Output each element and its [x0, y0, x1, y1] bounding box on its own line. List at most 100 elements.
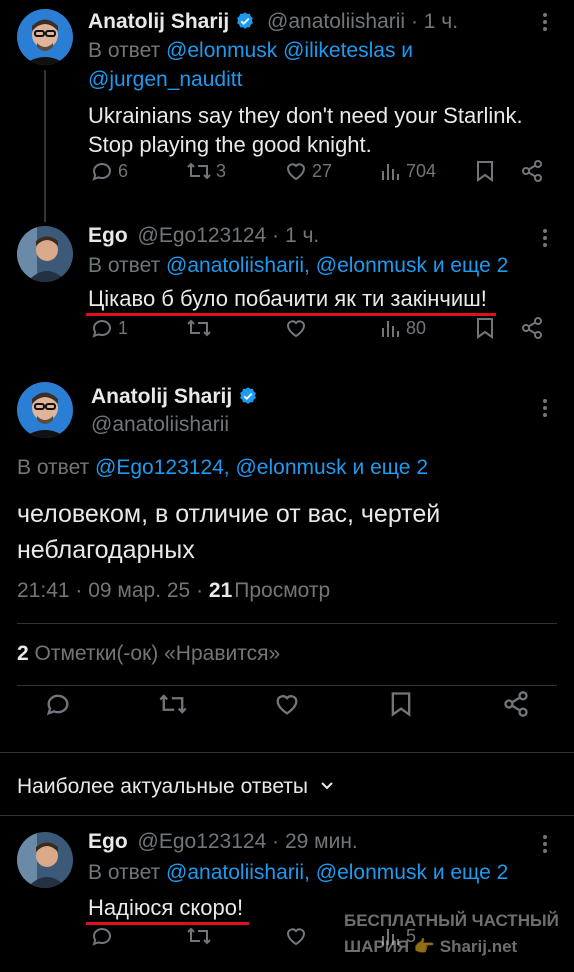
views-count: 80	[406, 317, 427, 338]
author-handle[interactable]: @anatoliisharii	[91, 413, 229, 437]
more-mentions-link[interactable]: и еще 2	[353, 456, 428, 479]
reply-button[interactable]: 6	[90, 159, 128, 183]
heart-icon	[286, 320, 306, 338]
share-icon	[522, 160, 542, 182]
mention-link[interactable]: @elonmusk	[166, 39, 277, 62]
reply-icon	[92, 928, 111, 946]
heart-icon	[286, 163, 306, 181]
tweet-time[interactable]: · 29 мин.	[272, 830, 358, 853]
bookmark-icon	[477, 161, 493, 182]
more-options-icon[interactable]	[542, 834, 548, 854]
more-options-icon[interactable]	[542, 228, 548, 248]
author-handle[interactable]: @Ego123124	[138, 830, 267, 853]
author-name[interactable]: Ego	[88, 830, 128, 853]
tweet-text: Надіюся скоро!	[88, 895, 244, 920]
share-icon	[522, 317, 542, 339]
mention-link[interactable]: @Ego123124, @elonmusk	[95, 456, 347, 479]
tweet-text: Ukrainians say they don't need your Star…	[88, 103, 523, 157]
avatar[interactable]	[17, 9, 73, 65]
divider	[0, 752, 574, 753]
mention-link[interactable]: @iliketeslas	[283, 39, 395, 62]
views-button[interactable]: 80	[380, 317, 426, 339]
bookmark-icon	[391, 692, 411, 717]
reply-icon	[92, 320, 111, 338]
retweet-button[interactable]	[186, 924, 212, 948]
share-button[interactable]	[520, 316, 544, 340]
tweet-header: Ego @Ego123124 · 1 ч.	[88, 224, 319, 248]
views-label: Просмотр	[234, 579, 331, 602]
share-button[interactable]	[520, 159, 544, 183]
reply-context: В ответ @anatoliisharii, @elonmusk и еще…	[88, 254, 509, 277]
mention-link[interactable]: @jurgen_nauditt	[88, 68, 242, 91]
avatar[interactable]	[17, 226, 73, 282]
heart-icon	[276, 695, 298, 715]
retweet-icon	[187, 162, 211, 180]
timestamp[interactable]: 21:41 · 09 мар. 25 ·	[17, 579, 203, 602]
like-button[interactable]	[284, 316, 308, 340]
avatar-image	[17, 382, 73, 438]
like-button[interactable]	[284, 924, 308, 948]
reply-context: В ответ @elonmusk @iliketeslas и	[88, 39, 414, 62]
retweet-icon	[159, 694, 187, 714]
bookmark-button[interactable]	[474, 159, 496, 183]
author-handle[interactable]: @Ego123124	[138, 224, 267, 247]
verified-badge-icon	[237, 12, 254, 29]
more-mentions-link[interactable]: и еще 2	[433, 254, 508, 277]
views-icon	[382, 164, 399, 180]
reply-button[interactable]: 1	[90, 316, 128, 340]
tweet-time[interactable]: · 1 ч.	[272, 224, 319, 247]
watermark: БЕСПЛАТНЫЙ ЧАСТНЫЙ ШАРИЯ 👉 Sharij.net	[344, 911, 559, 956]
like-button[interactable]	[273, 690, 301, 718]
share-button[interactable]	[502, 690, 530, 718]
replies-sort-dropdown[interactable]: Наиболее актуальные ответы	[17, 775, 334, 799]
avatar[interactable]	[17, 382, 73, 438]
verified-badge-icon	[240, 387, 257, 404]
author-name[interactable]: Ego	[88, 224, 128, 247]
share-icon	[504, 691, 528, 717]
bookmark-icon	[477, 318, 493, 339]
likes-summary[interactable]: 2 Отметки(-ок) «Нравится»	[17, 642, 280, 666]
mention-link[interactable]: @anatoliisharii, @elonmusk	[166, 861, 427, 884]
reply-button[interactable]	[90, 924, 114, 948]
mention-link[interactable]: @anatoliisharii, @elonmusk	[166, 254, 427, 277]
reply-button[interactable]	[44, 690, 72, 718]
views-button[interactable]: 704	[380, 160, 436, 182]
retweet-count: 3	[216, 160, 227, 181]
more-options-icon[interactable]	[542, 398, 548, 418]
avatar[interactable]	[17, 832, 73, 888]
retweet-button[interactable]	[186, 316, 212, 340]
tweet-header: Anatolij Sharij @anatoliisharii · 1 ч.	[88, 10, 458, 34]
avatar-image	[17, 832, 73, 888]
tweet-meta: 21:41 · 09 мар. 25 · 21Просмотр	[17, 579, 330, 603]
divider	[17, 685, 557, 686]
retweet-button[interactable]	[158, 690, 188, 718]
reply-count: 1	[118, 317, 129, 338]
more-options-icon[interactable]	[542, 12, 548, 32]
bookmark-button[interactable]	[388, 690, 414, 718]
tweet-header: Anatolij Sharij	[91, 385, 258, 409]
retweet-icon	[187, 319, 211, 337]
like-button[interactable]: 27	[284, 159, 332, 183]
reply-icon	[92, 163, 111, 181]
avatar-image	[17, 226, 73, 282]
divider	[17, 623, 557, 624]
author-name[interactable]: Anatolij Sharij	[91, 385, 232, 408]
tweet-text: человеком, в отличие от вас, чертей небл…	[17, 500, 441, 564]
bookmark-button[interactable]	[474, 316, 496, 340]
views-count: 21	[208, 579, 233, 602]
tweet-text: Цікаво б було побачити як ти закінчиш!	[88, 286, 487, 311]
thread-connector	[44, 70, 46, 222]
divider	[0, 815, 574, 816]
views-count: 704	[406, 160, 437, 181]
tweet-header: Ego @Ego123124 · 29 мин.	[88, 830, 358, 854]
author-name[interactable]: Anatolij Sharij	[88, 10, 229, 33]
reply-context-line2: @jurgen_nauditt	[88, 68, 242, 92]
retweet-icon	[187, 927, 211, 945]
more-mentions-link[interactable]: и еще 2	[433, 861, 508, 884]
tweet-time[interactable]: · 1 ч.	[411, 10, 458, 33]
like-count: 27	[312, 160, 333, 181]
sort-label: Наиболее актуальные ответы	[17, 775, 309, 798]
author-handle[interactable]: @anatoliisharii	[267, 10, 405, 33]
chevron-down-icon	[321, 782, 333, 790]
retweet-button[interactable]: 3	[186, 159, 226, 183]
